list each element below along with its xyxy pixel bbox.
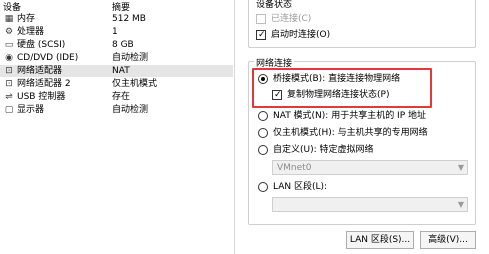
replicate-physical-state-label: 复制物理网络连接状态(P)	[287, 90, 390, 100]
usb-controller-icon: ⇌	[5, 92, 13, 102]
device-row-network-adapter[interactable]: ⊡ 网络适配器 NAT	[0, 65, 233, 77]
radio-selected-dot	[261, 77, 265, 81]
device-name: USB 控制器	[17, 92, 66, 102]
custom-network-label: 自定义(U): 特定虚拟网络	[273, 145, 374, 155]
device-name: 内存	[17, 14, 36, 24]
network-adapter-icon: ⊡	[5, 66, 13, 76]
host-only-radio-circle[interactable]	[258, 128, 268, 138]
chevron-down-icon: ▼	[457, 200, 464, 209]
device-row-processor[interactable]: ⚙ 处理器 1	[0, 26, 233, 38]
device-summary: NAT	[112, 66, 130, 76]
checkmark-icon: ✓	[258, 30, 266, 40]
device-row-memory[interactable]: ▦ 内存 512 MB	[0, 13, 233, 25]
device-row-usb-controller[interactable]: ⇌ USB 控制器 存在	[0, 91, 233, 103]
lan-segment-select[interactable]: ▼	[272, 197, 468, 212]
hardware-list: 设备 摘要 ▦ 内存 512 MB ⚙ 处理器 1 ▭ 硬盘 (SCSI) 8 …	[0, 0, 233, 254]
lan-segment-radio-circle[interactable]	[258, 182, 268, 192]
device-summary: 8 GB	[112, 40, 134, 50]
connect-at-power-on-label: 启动时连接(O)	[271, 30, 331, 40]
device-name: 网络适配器	[17, 66, 63, 76]
device-row-cd-dvd[interactable]: ◉ CD/DVD (IDE) 自动检测	[0, 52, 233, 64]
device-summary: 仅主机模式	[112, 79, 158, 89]
device-row-display[interactable]: ▢ 显示器 自动检测	[0, 104, 233, 116]
nat-mode-label: NAT 模式(N): 用于共享主机的 IP 地址	[273, 111, 427, 121]
device-name: 处理器	[17, 27, 45, 37]
device-summary: 512 MB	[112, 14, 146, 24]
custom-network-select[interactable]: VMnet0 ▼	[272, 160, 468, 175]
network-adapter-2-icon: ⊡	[5, 79, 13, 89]
bridged-mode-label: 桥接模式(B): 直接连接物理网络	[273, 74, 401, 84]
nat-radio-circle[interactable]	[258, 111, 268, 121]
hard-disk-icon: ▭	[4, 40, 14, 50]
cd-dvd-icon: ◉	[5, 53, 13, 63]
device-status-title: 设备状态	[254, 0, 295, 10]
device-summary: 存在	[112, 92, 131, 102]
device-summary: 1	[112, 27, 118, 37]
device-summary: 自动检测	[112, 105, 149, 115]
custom-radio-circle[interactable]	[258, 145, 268, 155]
lan-segment-label: LAN 区段(L):	[273, 182, 328, 192]
connected-label: 已连接(C)	[271, 14, 312, 24]
column-header-device: 设备	[3, 3, 22, 13]
advanced-button[interactable]: 高级(V)...	[420, 231, 476, 249]
panel-divider	[234, 0, 235, 254]
device-row-network-adapter-2[interactable]: ⊡ 网络适配器 2 仅主机模式	[0, 78, 233, 90]
column-header-summary: 摘要	[112, 3, 131, 13]
connect-at-power-on-checkbox-box[interactable]: ✓	[256, 30, 266, 40]
hardware-list-header: 设备 摘要	[0, 0, 233, 13]
device-summary: 自动检测	[112, 53, 149, 63]
device-name: 硬盘 (SCSI)	[17, 40, 66, 50]
chevron-down-icon: ▼	[457, 163, 464, 172]
connected-checkbox-box[interactable]	[256, 14, 266, 24]
processor-icon: ⚙	[4, 27, 14, 37]
memory-icon: ▦	[4, 14, 14, 24]
device-row-hard-disk[interactable]: ▭ 硬盘 (SCSI) 8 GB	[0, 39, 233, 51]
host-only-mode-label: 仅主机模式(H): 与主机共享的专用网络	[273, 128, 428, 138]
lan-segments-button[interactable]: LAN 区段(S)...	[346, 231, 414, 249]
replicate-checkbox-box[interactable]: ✓	[272, 90, 282, 100]
device-name: CD/DVD (IDE)	[17, 53, 79, 63]
device-name: 网络适配器 2	[17, 79, 71, 89]
bridged-radio-circle[interactable]	[258, 74, 268, 84]
display-icon: ▢	[4, 105, 14, 115]
custom-network-value: VMnet0	[277, 163, 312, 173]
checkmark-icon: ✓	[274, 90, 282, 100]
device-name: 显示器	[17, 105, 45, 115]
